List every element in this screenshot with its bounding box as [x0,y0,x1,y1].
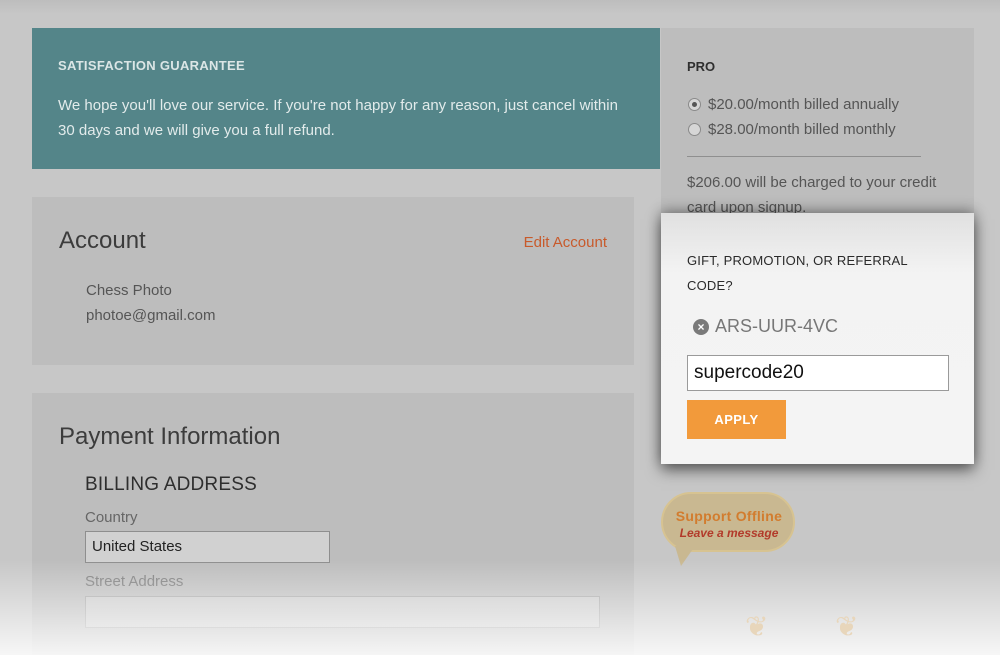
promo-heading: GIFT, PROMOTION, OR REFERRAL CODE? [687,253,908,293]
plan-option-annual[interactable]: $20.00/month billed annually [688,96,899,113]
account-card: Account Edit Account Chess Photo photoe@… [32,197,634,365]
account-name: Chess Photo [86,282,172,299]
plan-card: PRO $20.00/month billed annually $28.00/… [661,28,974,228]
divider [687,156,921,157]
support-leave-message: Leave a message [679,526,779,540]
chat-bubble-tail [675,546,695,566]
applied-code: ARS-UUR-4VC [715,316,839,336]
apply-button[interactable]: APPLY [687,400,786,439]
street-address-label: Street Address [85,573,184,590]
account-email: photoe@gmail.com [86,307,216,324]
radio-selected-icon[interactable] [688,98,701,111]
leaf-decoration-icon: ❦ [745,611,769,642]
remove-code-icon[interactable]: × [693,318,709,335]
promo-code-input[interactable] [687,355,949,391]
guarantee-heading: SATISFACTION GUARANTEE [58,58,245,73]
support-status: Support Offline [675,508,783,524]
street-address-input[interactable] [85,596,600,628]
payment-card: Payment Information BILLING ADDRESS Coun… [32,393,634,655]
plan-option-monthly[interactable]: $28.00/month billed monthly [688,121,896,138]
country-select[interactable]: United States [85,531,330,563]
guarantee-banner: SATISFACTION GUARANTEE We hope you'll lo… [32,28,660,169]
top-strip [0,0,1000,14]
billing-address-heading: BILLING ADDRESS [85,474,257,495]
plan-option-label: $20.00/month billed annually [708,96,899,113]
leaf-decoration-icon: ❦ [835,611,859,642]
plan-heading: PRO [687,59,716,74]
edit-account-link[interactable]: Edit Account [524,234,607,251]
payment-title: Payment Information [59,423,281,450]
promo-code-panel: GIFT, PROMOTION, OR REFERRAL CODE? × ARS… [661,213,974,464]
guarantee-body: We hope you'll love our service. If you'… [58,97,618,139]
account-title: Account [59,227,146,254]
applied-code-row: × ARS-UUR-4VC [693,316,838,337]
support-offline-badge[interactable]: Support Offline Leave a message [661,490,797,570]
radio-unselected-icon[interactable] [688,123,701,136]
country-label: Country [85,509,138,526]
plan-option-label: $28.00/month billed monthly [708,121,896,138]
